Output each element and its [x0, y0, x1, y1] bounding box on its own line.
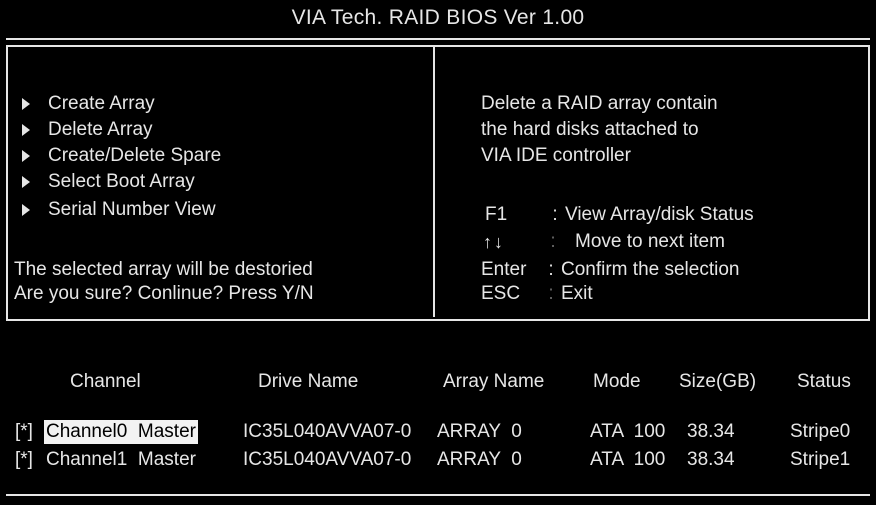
menu-item-label: Delete Array [48, 119, 153, 140]
menu-item-label: Create Array [48, 93, 155, 114]
column-header-array-name: Array Name [443, 371, 545, 392]
table-row[interactable]: [*] Channel1 Master IC35L040AVVA07-0 ARR… [15, 448, 865, 472]
up-down-arrow-icon: ↑↓ [483, 232, 505, 252]
row-status: Stripe0 [790, 421, 851, 442]
row-array-name: ARRAY 0 [437, 449, 522, 470]
key-label: Enter [481, 259, 527, 280]
key-description: View Array/disk Status [565, 204, 754, 225]
column-header-status: Status [797, 371, 851, 392]
delete-warning-line1: The selected array will be destoried [14, 259, 313, 280]
key-separator: : [552, 204, 558, 225]
help-key-arrows: ↑↓ : Move to next item [483, 230, 725, 254]
key-separator: : [548, 283, 554, 304]
arrow-right-icon [22, 124, 30, 136]
key-description: Exit [561, 283, 593, 304]
menu-item-serial-number-view[interactable]: Serial Number View [22, 198, 216, 222]
column-header-mode: Mode [593, 371, 641, 392]
row-selected-marker: [*] [15, 449, 33, 470]
row-drive-name: IC35L040AVVA07-0 [243, 421, 412, 442]
row-mode: ATA 100 [590, 421, 666, 442]
row-status: Stripe1 [790, 449, 851, 470]
table-row[interactable]: [*] Channel0 Master IC35L040AVVA07-0 ARR… [15, 420, 865, 444]
help-key-esc: ESC : Exit [481, 282, 593, 306]
key-description: Confirm the selection [561, 259, 740, 280]
row-channel: Channel0 Master [44, 420, 198, 444]
menu-item-delete-array[interactable]: Delete Array [22, 118, 153, 142]
menu-item-label: Create/Delete Spare [48, 145, 222, 166]
bottom-divider [6, 494, 870, 496]
key-separator: : [550, 231, 556, 252]
menu-item-create-delete-spare[interactable]: Create/Delete Spare [22, 144, 221, 168]
row-drive-name: IC35L040AVVA07-0 [243, 449, 412, 470]
help-key-enter: Enter : Confirm the selection [481, 258, 739, 282]
row-mode: ATA 100 [590, 449, 666, 470]
key-description: Move to next item [575, 231, 725, 252]
help-description-line: VIA IDE controller [481, 145, 631, 166]
menu-item-select-boot-array[interactable]: Select Boot Array [22, 170, 195, 194]
arrow-right-icon [22, 98, 30, 110]
key-separator: : [548, 259, 554, 280]
help-description-line: the hard disks attached to [481, 119, 699, 140]
row-channel: Channel1 Master [46, 449, 196, 470]
help-description-line: Delete a RAID array contain [481, 93, 718, 114]
arrow-right-icon [22, 150, 30, 162]
column-header-channel: Channel [70, 371, 141, 392]
key-label: ESC [481, 283, 521, 304]
menu-item-create-array[interactable]: Create Array [22, 92, 155, 116]
column-header-drive-name: Drive Name [258, 371, 359, 392]
help-key-f1: F1 : View Array/disk Status [485, 203, 754, 227]
arrow-right-icon [22, 204, 30, 216]
menu-item-label: Serial Number View [48, 199, 216, 220]
row-size: 38.34 [687, 421, 735, 442]
title-divider [6, 38, 870, 40]
key-label: F1 [485, 204, 508, 225]
bios-title: VIA Tech. RAID BIOS Ver 1.00 [291, 6, 585, 29]
delete-warning-line2: Are you sure? Conlinue? Press Y/N [14, 283, 314, 304]
menu-item-label: Select Boot Array [48, 171, 195, 192]
panel-divider [433, 45, 435, 317]
arrow-right-icon [22, 176, 30, 188]
row-size: 38.34 [687, 449, 735, 470]
column-header-size: Size(GB) [679, 371, 757, 392]
row-selected-marker: [*] [15, 421, 33, 442]
row-array-name: ARRAY 0 [437, 421, 522, 442]
